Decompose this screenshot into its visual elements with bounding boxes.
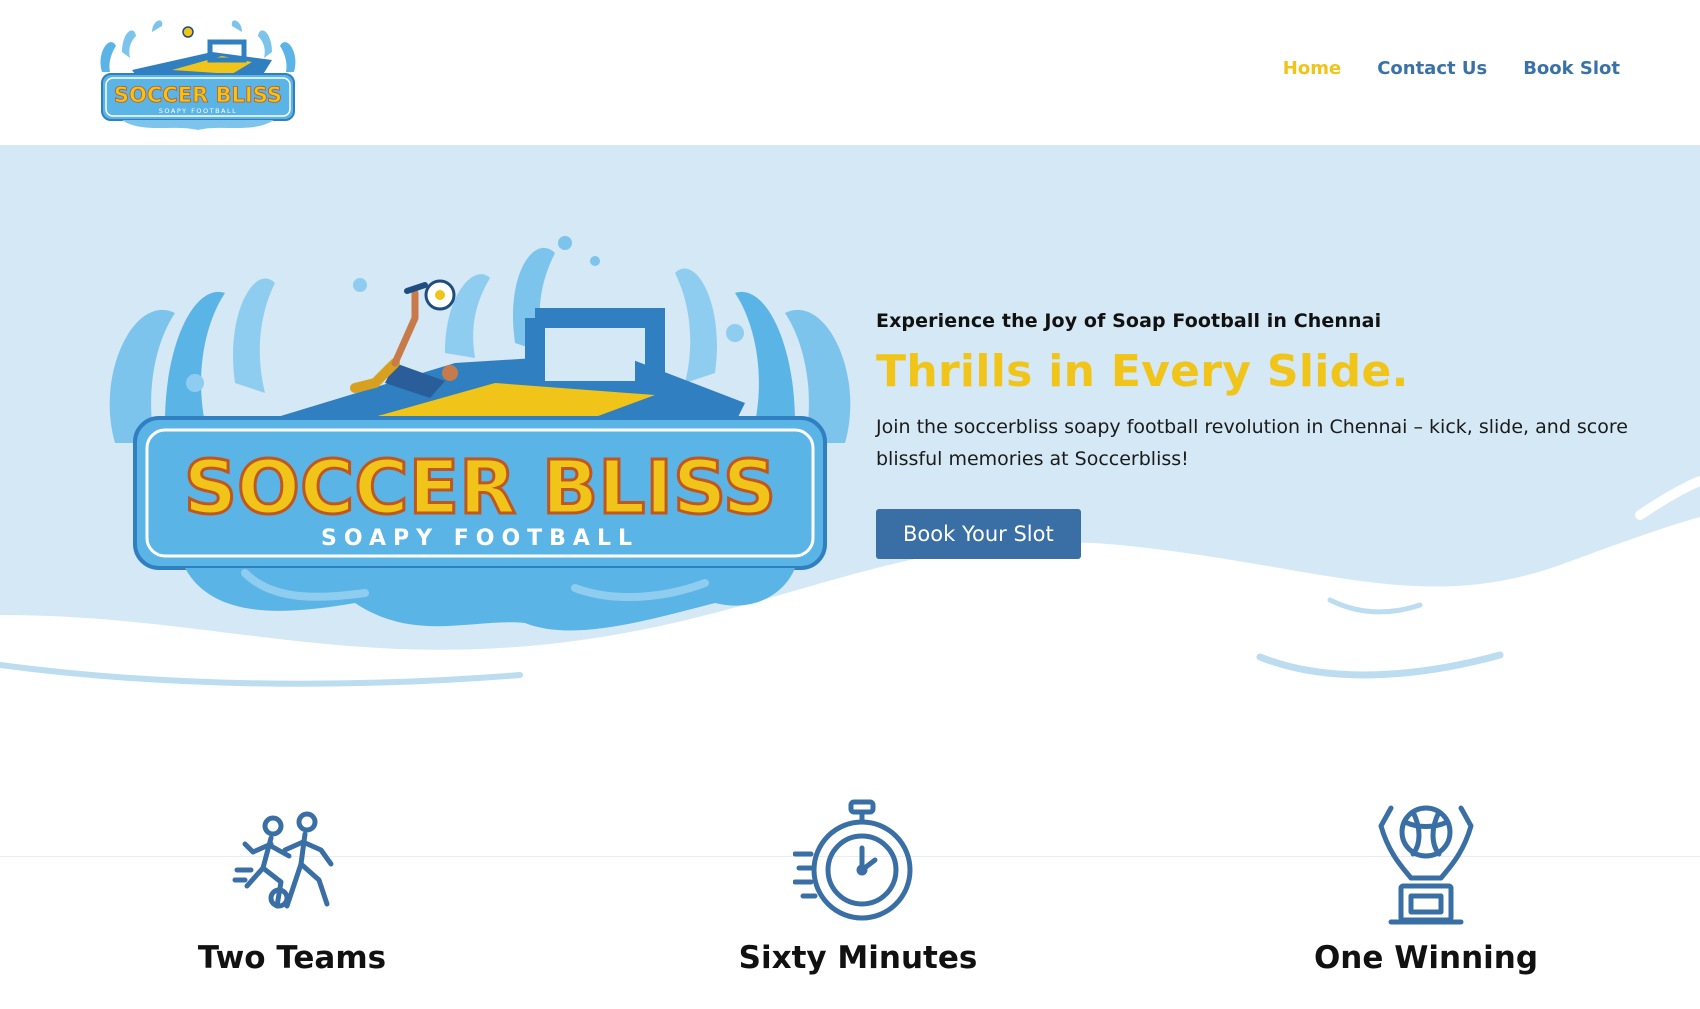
- hero-headline: Thrills in Every Slide.: [876, 346, 1409, 397]
- hero-eyebrow: Experience the Joy of Soap Football in C…: [876, 310, 1382, 332]
- nav-home[interactable]: Home: [1283, 58, 1341, 79]
- feature-title: Two Teams: [197, 940, 387, 976]
- svg-text:SOAPY FOOTBALL: SOAPY FOOTBALL: [159, 107, 237, 115]
- players-icon: [232, 811, 334, 909]
- hero-section: SOCCER BLISS SOAPY FOOTBALL Experience t…: [0, 145, 1700, 705]
- svg-text:SOAPY FOOTBALL: SOAPY FOOTBALL: [321, 526, 639, 551]
- feature-sixty-minutes: Sixty Minutes: [648, 798, 1068, 976]
- soccer-bliss-logo[interactable]: SOCCER BLISS SOAPY FOOTBALL: [92, 12, 304, 132]
- feature-two-teams: Two Teams: [82, 798, 502, 976]
- svg-text:SOCCER BLISS: SOCCER BLISS: [114, 83, 282, 107]
- svg-text:SOCCER BLISS: SOCCER BLISS: [184, 445, 776, 531]
- main-nav: Home Contact Us Book Slot: [1283, 58, 1620, 79]
- book-your-slot-button[interactable]: Book Your Slot: [876, 509, 1081, 559]
- feature-title: One Winning: [1313, 940, 1539, 976]
- hero-soccer-bliss-logo: SOCCER BLISS SOAPY FOOTBALL: [109, 236, 851, 631]
- feature-one-winning: One Winning: [1216, 798, 1636, 976]
- stopwatch-icon: [793, 799, 913, 921]
- site-header: SOCCER BLISS SOAPY FOOTBALL Home Contact…: [0, 0, 1700, 145]
- hero-text-block: Experience the Joy of Soap Football in C…: [876, 310, 1636, 559]
- hero-lead: Join the soccerbliss soapy football revo…: [876, 416, 1628, 470]
- feature-title: Sixty Minutes: [738, 940, 978, 976]
- nav-book-slot[interactable]: Book Slot: [1523, 58, 1620, 79]
- nav-contact-us[interactable]: Contact Us: [1377, 58, 1487, 79]
- trophy-icon: [1378, 805, 1474, 925]
